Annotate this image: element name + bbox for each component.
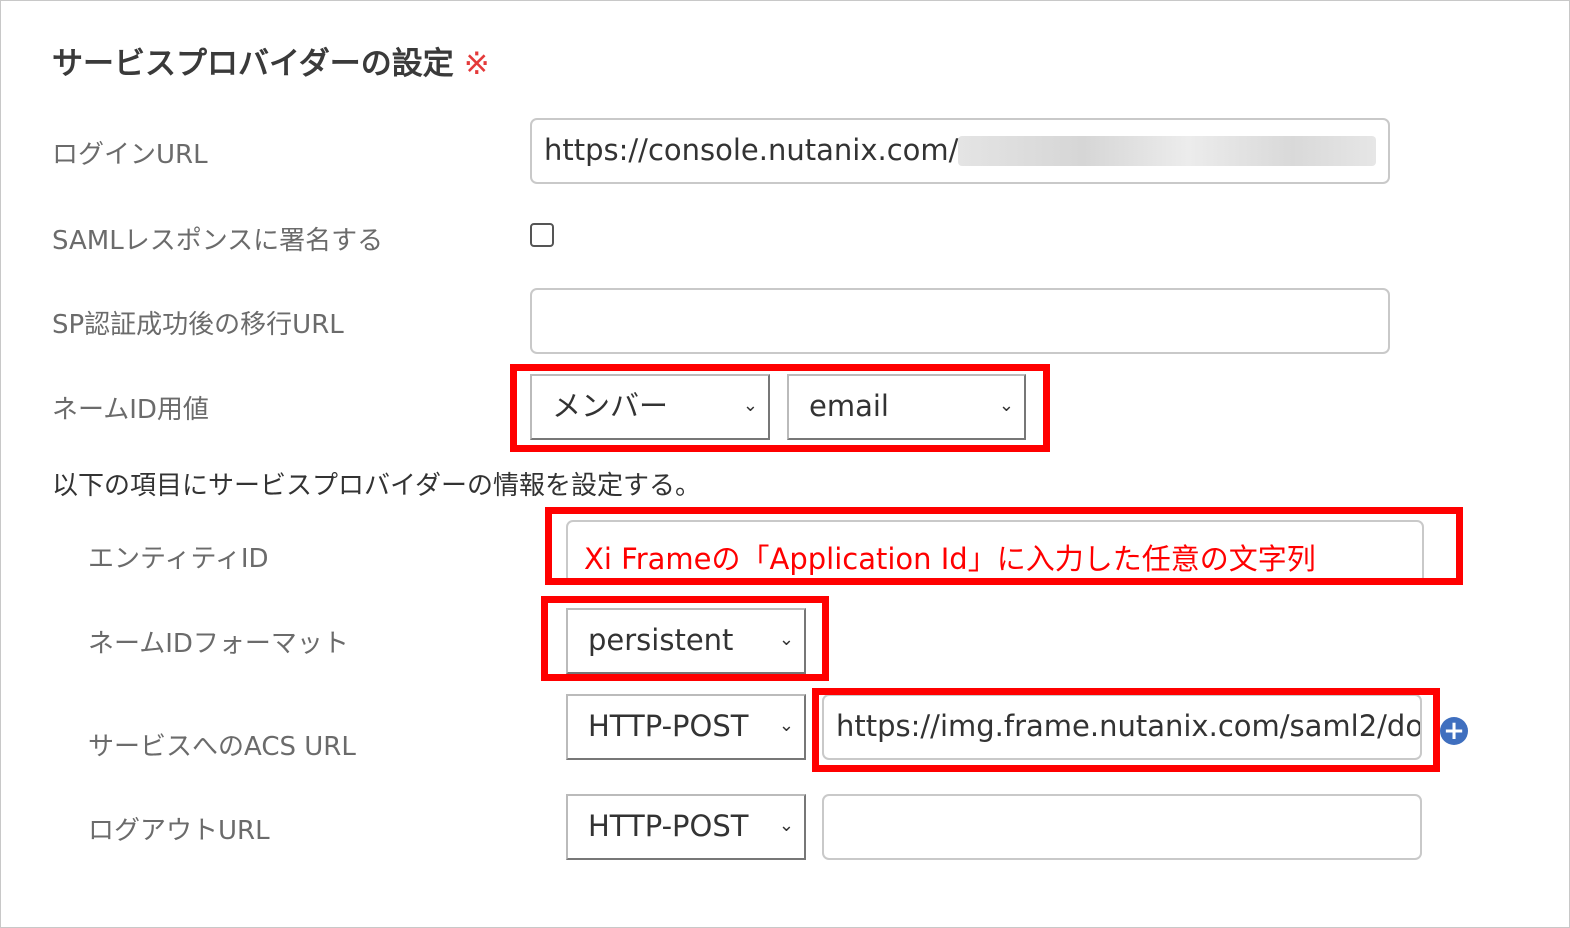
saml-sign-checkbox[interactable] xyxy=(530,223,554,247)
logout-binding-value: HTTP-POST xyxy=(588,809,749,843)
entity-id-label: エンティティID xyxy=(88,544,269,574)
redacted-blur xyxy=(958,136,1376,166)
logout-binding-select[interactable]: HTTP-POST ⌄ xyxy=(566,794,806,860)
section-title: サービスプロバイダーの設定 ※ xyxy=(52,38,490,83)
instruction-text: 以下の項目にサービスプロバイダーの情報を設定する。 xyxy=(52,471,701,501)
saml-sign-label: SAMLレスポンスに署名する xyxy=(52,226,384,256)
acs-binding-select[interactable]: HTTP-POST ⌄ xyxy=(566,694,806,760)
login-url-value: https://console.nutanix.com/t xyxy=(544,133,970,167)
acs-url-label: サービスへのACS URL xyxy=(88,732,356,762)
plus-circle-icon[interactable]: + xyxy=(1440,717,1468,745)
logout-url-input[interactable] xyxy=(822,794,1422,860)
highlight-box-name-id-format xyxy=(541,596,829,681)
highlight-box-name-id xyxy=(510,364,1050,452)
sp-redirect-url-label: SP認証成功後の移行URL xyxy=(52,310,344,340)
sp-redirect-url-input[interactable] xyxy=(530,288,1390,354)
logout-url-label: ログアウトURL xyxy=(88,816,270,846)
login-url-label: ログインURL xyxy=(52,140,208,170)
name-id-value-label: ネームID用値 xyxy=(52,395,209,425)
chevron-down-icon: ⌄ xyxy=(778,715,794,736)
highlight-box-entity-id xyxy=(545,507,1463,585)
required-mark: ※ xyxy=(463,46,490,82)
section-title-text: サービスプロバイダーの設定 xyxy=(52,46,454,82)
name-id-format-label: ネームIDフォーマット xyxy=(88,629,349,659)
chevron-down-icon: ⌄ xyxy=(778,815,794,836)
highlight-box-acs-url xyxy=(812,688,1440,772)
acs-binding-value: HTTP-POST xyxy=(588,709,749,743)
